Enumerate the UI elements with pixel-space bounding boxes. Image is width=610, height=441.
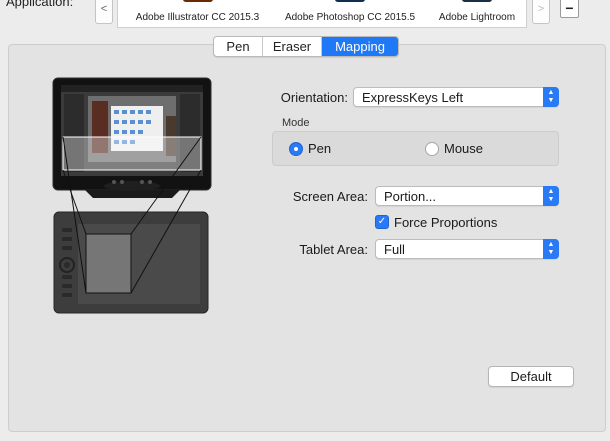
popup-arrows-icon: ▲ ▼: [543, 186, 559, 206]
app-item-label: Adobe Photoshop CC 2015.5: [284, 12, 416, 23]
checkmark-icon: ✓: [377, 216, 387, 227]
scroll-right-button[interactable]: >: [532, 0, 550, 24]
screen-area-label: Screen Area:: [292, 189, 368, 204]
popup-arrows-icon: ▲ ▼: [543, 87, 559, 107]
force-proportions-label: Force Proportions: [394, 215, 498, 230]
tab-pen[interactable]: Pen: [214, 37, 263, 56]
app-item-label: Adobe Lightroom: [438, 12, 516, 23]
tab-eraser[interactable]: Eraser: [263, 37, 322, 56]
tablet-area-popup[interactable]: Full ▲ ▼: [375, 239, 559, 259]
radio-selected-icon: [289, 141, 303, 156]
orientation-popup[interactable]: ExpressKeys Left ▲ ▼: [353, 87, 559, 107]
app-item-lightroom[interactable]: Adobe Lightroom: [428, 0, 526, 28]
app-item-photoshop[interactable]: Adobe Photoshop CC 2015.5: [276, 0, 424, 28]
tablet-area-value: Full: [384, 242, 405, 257]
radio-unselected-icon: [425, 141, 439, 156]
tablet-area-label: Tablet Area:: [299, 242, 368, 257]
illustrator-icon: [182, 0, 213, 2]
mode-pen-label: Pen: [308, 141, 332, 156]
minus-icon: −: [565, 0, 574, 16]
default-button[interactable]: Default: [488, 366, 574, 387]
photoshop-icon: [335, 0, 365, 2]
tab-bar: Pen Eraser Mapping: [213, 36, 399, 57]
application-label: Application:: [6, 0, 74, 9]
remove-application-button[interactable]: −: [560, 0, 579, 18]
lightroom-icon: [462, 0, 492, 2]
mode-pen-radio[interactable]: Pen: [289, 141, 331, 156]
chevron-right-icon: >: [537, 3, 545, 15]
screen-area-popup[interactable]: Portion... ▲ ▼: [375, 186, 559, 206]
tablet-area: [85, 233, 132, 294]
scroll-left-button[interactable]: <: [95, 0, 113, 24]
screen-area-value: Portion...: [384, 189, 437, 204]
mode-mouse-radio[interactable]: Mouse: [425, 141, 483, 156]
orientation-label: Orientation:: [280, 90, 348, 105]
mapping-illustration: [52, 77, 212, 314]
app-item-label: Adobe Illustrator CC 2015.3: [135, 12, 260, 23]
tab-mapping[interactable]: Mapping: [322, 37, 398, 56]
orientation-value: ExpressKeys Left: [362, 90, 464, 105]
force-proportions-checkbox[interactable]: ✓: [375, 215, 389, 229]
app-item-illustrator[interactable]: Adobe Illustrator CC 2015.3: [125, 0, 270, 28]
mode-mouse-label: Mouse: [444, 141, 484, 156]
chevron-left-icon: <: [100, 3, 108, 15]
mode-label: Mode: [282, 117, 310, 129]
popup-arrows-icon: ▲ ▼: [543, 239, 559, 259]
